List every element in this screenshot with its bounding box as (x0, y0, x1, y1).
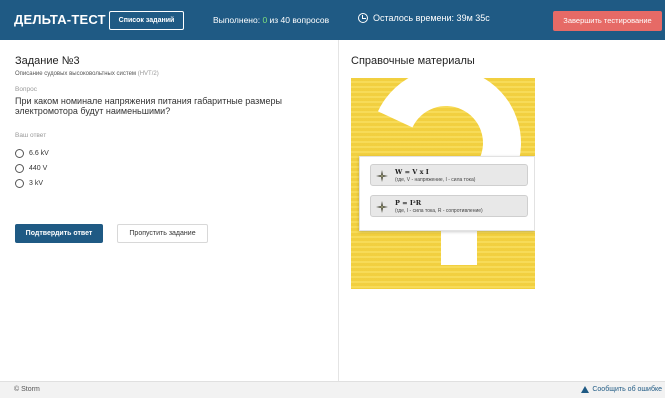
answer-option-6-6kv[interactable]: 6.6 kV (15, 149, 49, 158)
question-text: При каком номинале напряжения питания га… (15, 96, 282, 116)
warning-triangle-icon (581, 386, 590, 393)
progress-suffix: из 40 вопросов (267, 15, 330, 25)
answer-option-label: 3 kV (29, 180, 44, 187)
radio-button[interactable] (15, 179, 24, 188)
progress-status: Выполнено: 0 из 40 вопросов (213, 15, 329, 25)
formula-power-voltage: W = V x I (где, V - напряжение, I - сила… (370, 164, 528, 186)
finish-test-button[interactable]: Завершить тестирование (553, 11, 662, 31)
footer: © Storm Сообщить об ошибке (0, 381, 665, 398)
compass-star-icon (376, 170, 388, 182)
top-bar: ДЕЛЬТА-ТЕСТ Список заданий Выполнено: 0 … (0, 0, 665, 40)
submit-answer-button[interactable]: Подтвердить ответ (15, 224, 103, 243)
reference-title: Справочные материалы (351, 55, 475, 67)
timer-text: Осталось времени: 39м 35с (373, 13, 490, 23)
brand-logo: ДЕЛЬТА-ТЕСТ (14, 12, 106, 27)
reference-image: W = V x I (где, V - напряжение, I - сила… (351, 78, 535, 289)
formula-card: W = V x I (где, V - напряжение, I - сила… (359, 156, 535, 231)
question-mark-dot (441, 229, 477, 265)
task-panel: Задание №3 Описание судовых высоковольтн… (0, 40, 338, 381)
formula-note: (где, I - сила тока, R - сопротивление) (395, 208, 483, 214)
progress-prefix: Выполнено: (213, 15, 263, 25)
report-error-text: Сообщить об ошибке (592, 386, 662, 393)
copyright: © Storm (14, 386, 40, 393)
report-error-link[interactable]: Сообщить об ошибке (581, 386, 662, 393)
formula-main: W = V x I (395, 168, 429, 176)
formula-power-resistance: P = I²R (где, I - сила тока, R - сопроти… (370, 195, 528, 217)
timer: Осталось времени: 39м 35с (358, 13, 490, 23)
compass-star-icon (376, 201, 388, 213)
answer-label: Ваш ответ (15, 132, 47, 139)
question-label: Вопрос (15, 86, 37, 93)
formula-note: (где, V - напряжение, I - сила тока) (395, 177, 476, 183)
reference-panel: Справочные материалы W = V x I (где, V -… (339, 40, 665, 381)
task-description: Описание судовых высоковольтных систем (… (15, 71, 159, 77)
radio-button[interactable] (15, 149, 24, 158)
answer-option-label: 440 V (29, 165, 48, 172)
task-list-button[interactable]: Список заданий (109, 11, 184, 30)
formula-main: P = I²R (395, 199, 422, 207)
answer-option-3kv[interactable]: 3 kV (15, 179, 43, 188)
task-description-text: Описание судовых высоковольтных систем (15, 71, 137, 77)
radio-button[interactable] (15, 164, 24, 173)
task-code: (HVT/2) (137, 71, 159, 77)
answer-option-440v[interactable]: 440 V (15, 164, 47, 173)
skip-task-button[interactable]: Пропустить задание (117, 224, 208, 243)
answer-option-label: 6.6 kV (29, 150, 49, 157)
clock-icon (358, 13, 368, 23)
task-title: Задание №3 (15, 55, 80, 67)
